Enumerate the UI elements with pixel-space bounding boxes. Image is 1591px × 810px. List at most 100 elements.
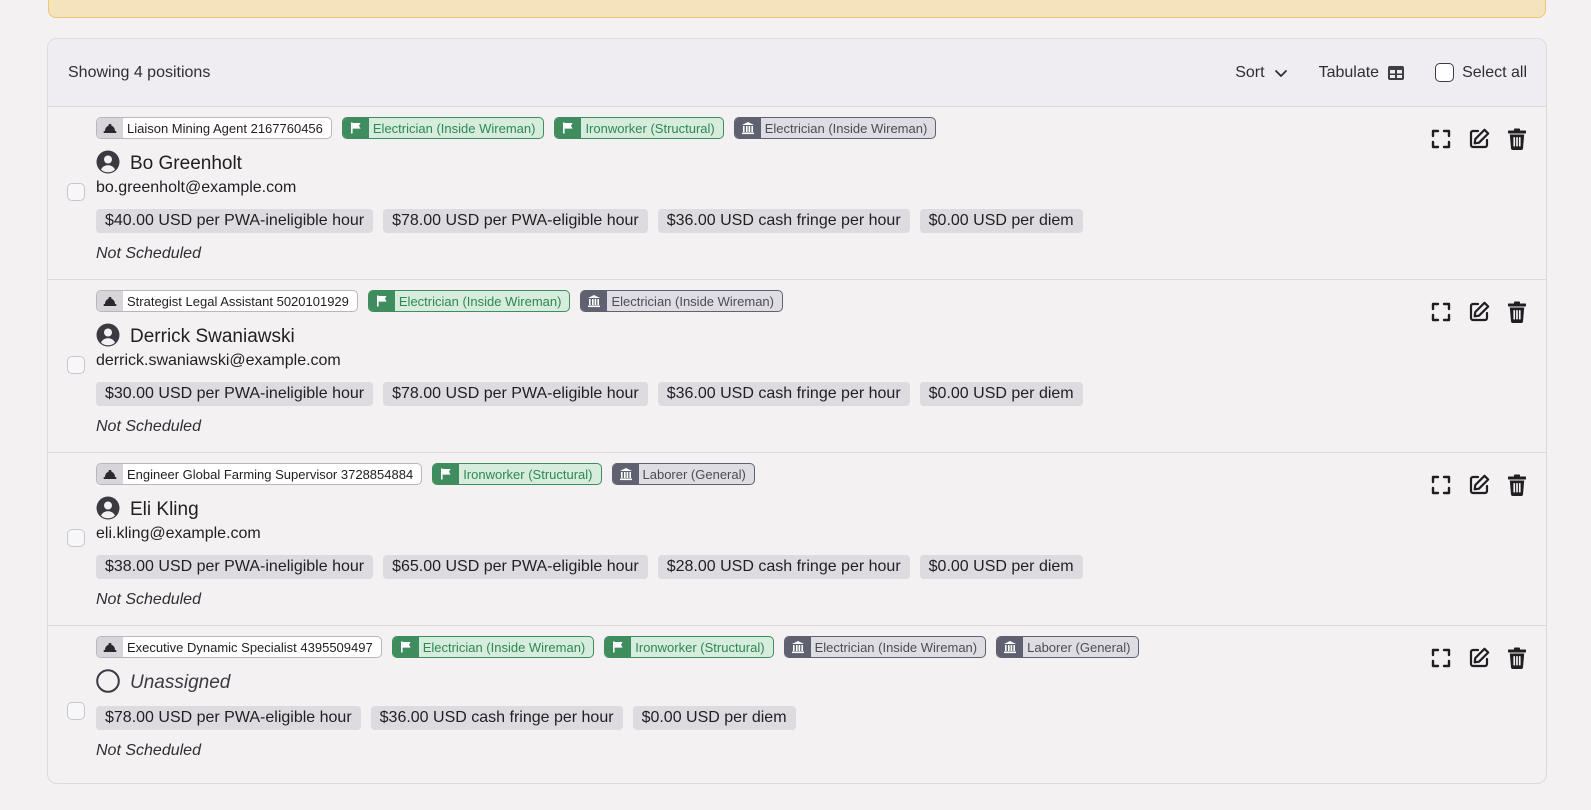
flag-icon: [555, 118, 582, 138]
building-columns-icon: [581, 291, 608, 311]
hard-hat-icon: [97, 118, 123, 138]
row-checkbox[interactable]: [67, 183, 85, 201]
rate-chip: $36.00 USD cash fringe per hour: [657, 209, 910, 233]
showing-count: Showing 4 positions: [68, 63, 211, 81]
craft-label: Ironworker (Structural): [463, 466, 593, 482]
row-actions: [1429, 646, 1529, 670]
craft-tag: Electrician (Inside Wireman): [367, 290, 571, 312]
tag-list: Strategist Legal Assistant 5020101929 Ele…: [96, 290, 1406, 312]
positions-list: Liaison Mining Agent 2167760456 Electrici…: [48, 107, 1546, 783]
rate-chip: $28.00 USD cash fringe per hour: [657, 555, 910, 579]
worker: Bo Greenholt: [96, 150, 1406, 177]
row-checkbox[interactable]: [67, 702, 85, 720]
building-columns-icon: [734, 118, 761, 138]
select-all-label: Select all: [1462, 63, 1527, 81]
tag-list: Executive Dynamic Specialist 4395509497 E…: [96, 636, 1406, 658]
position-details: Engineer Global Farming Supervisor 37288…: [96, 463, 1406, 609]
tabulate-label: Tabulate: [1318, 63, 1380, 81]
worker: Unassigned: [96, 668, 1406, 696]
position-details: Liaison Mining Agent 2167760456 Electrici…: [96, 117, 1406, 263]
position-tag: Liaison Mining Agent 2167760456: [96, 117, 332, 139]
expand-icon[interactable]: [1429, 127, 1453, 151]
expand-icon[interactable]: [1429, 646, 1453, 670]
position-tag: Executive Dynamic Specialist 4395509497: [96, 636, 382, 658]
expand-icon[interactable]: [1429, 300, 1453, 324]
edit-icon[interactable]: [1467, 127, 1491, 151]
craft-label: Electrician (Inside Wireman): [398, 293, 562, 309]
position-name: Liaison Mining Agent 2167760456: [127, 120, 323, 136]
position-details: Strategist Legal Assistant 5020101929 Ele…: [96, 290, 1406, 436]
position-name: Strategist Legal Assistant 5020101929: [127, 293, 349, 309]
worker-name: Bo Greenholt: [130, 153, 242, 174]
craft-tag: Ironworker (Structural): [554, 117, 724, 139]
alert-banner: [48, 0, 1546, 18]
schedule-status: Not Scheduled: [96, 591, 201, 608]
select-all-checkbox[interactable]: [1435, 63, 1455, 82]
trash-icon[interactable]: [1505, 473, 1529, 497]
rate-chip: $0.00 USD per diem: [919, 382, 1083, 406]
row-checkbox[interactable]: [67, 529, 85, 547]
rate-list: $78.00 USD per PWA-eligible hour $36.00 U…: [96, 706, 1406, 730]
position-row: Engineer Global Farming Supervisor 37288…: [48, 453, 1546, 626]
position-name: Executive Dynamic Specialist 4395509497: [127, 639, 373, 655]
worker-name: Derrick Swaniawski: [130, 326, 295, 347]
position-row: Liaison Mining Agent 2167760456 Electrici…: [48, 107, 1546, 280]
header-actions: Sort Tabulate Select all: [1235, 63, 1527, 82]
craft-label: Ironworker (Structural): [635, 639, 765, 655]
craft-label: Electrician (Inside Wireman): [422, 639, 586, 655]
edit-icon[interactable]: [1467, 473, 1491, 497]
tag-list: Liaison Mining Agent 2167760456 Electrici…: [96, 117, 1406, 139]
classification-tag: Electrician (Inside Wireman): [783, 636, 987, 658]
position-name: Engineer Global Farming Supervisor 37288…: [127, 466, 414, 482]
tabulate-button[interactable]: Tabulate: [1319, 64, 1406, 82]
schedule-status: Not Scheduled: [96, 742, 201, 759]
trash-icon[interactable]: [1505, 646, 1529, 670]
flag-icon: [392, 637, 419, 657]
rate-chip: $78.00 USD per PWA-eligible hour: [96, 706, 361, 730]
worker-email: bo.greenholt@example.com: [96, 179, 297, 196]
classification-label: Electrician (Inside Wireman): [764, 120, 928, 136]
position-details: Executive Dynamic Specialist 4395509497 E…: [96, 636, 1406, 760]
schedule-status: Not Scheduled: [96, 418, 201, 435]
classification-tag: Laborer (General): [611, 463, 755, 485]
craft-tag: Electrician (Inside Wireman): [391, 636, 595, 658]
rate-list: $40.00 USD per PWA-ineligible hour $78.00…: [96, 209, 1406, 233]
user-circle-icon: [96, 323, 120, 352]
select-all-control[interactable]: Select all: [1435, 63, 1527, 82]
edit-icon[interactable]: [1467, 300, 1491, 324]
craft-label: Ironworker (Structural): [585, 120, 715, 136]
rate-chip: $78.00 USD per PWA-eligible hour: [383, 209, 648, 233]
rate-chip: $0.00 USD per diem: [632, 706, 796, 730]
rate-chip: $78.00 USD per PWA-eligible hour: [383, 382, 648, 406]
row-checkbox[interactable]: [67, 356, 85, 374]
trash-icon[interactable]: [1505, 300, 1529, 324]
rate-chip: $0.00 USD per diem: [919, 555, 1083, 579]
rate-chip: $30.00 USD per PWA-ineligible hour: [96, 382, 374, 406]
classification-label: Electrician (Inside Wireman): [611, 293, 774, 309]
worker: Eli Kling: [96, 496, 1406, 523]
chevron-down-icon: [1274, 69, 1287, 77]
worker: Derrick Swaniawski: [96, 323, 1406, 352]
classification-tag: Laborer (General): [996, 636, 1140, 658]
schedule-status: Not Scheduled: [96, 245, 201, 262]
building-columns-icon: [997, 637, 1024, 657]
expand-icon[interactable]: [1429, 473, 1453, 497]
flag-icon: [605, 637, 632, 657]
trash-icon[interactable]: [1505, 127, 1529, 151]
classification-tag: Electrician (Inside Wireman): [580, 290, 783, 312]
rate-chip: $36.00 USD cash fringe per hour: [657, 382, 910, 406]
rate-list: $30.00 USD per PWA-ineligible hour $78.00…: [96, 382, 1406, 406]
worker-name: Unassigned: [130, 672, 231, 693]
rate-chip: $36.00 USD cash fringe per hour: [370, 706, 623, 730]
table-icon: [1388, 65, 1405, 80]
tag-list: Engineer Global Farming Supervisor 37288…: [96, 463, 1406, 485]
position-tag: Strategist Legal Assistant 5020101929: [96, 290, 358, 312]
rate-list: $38.00 USD per PWA-ineligible hour $65.00…: [96, 555, 1406, 579]
craft-label: Electrician (Inside Wireman): [372, 120, 536, 136]
edit-icon[interactable]: [1467, 646, 1491, 670]
row-actions: [1429, 473, 1529, 497]
hard-hat-icon: [97, 291, 123, 311]
sort-button[interactable]: Sort: [1235, 64, 1288, 82]
rate-chip: $0.00 USD per diem: [919, 209, 1083, 233]
rate-chip: $65.00 USD per PWA-eligible hour: [383, 555, 648, 579]
